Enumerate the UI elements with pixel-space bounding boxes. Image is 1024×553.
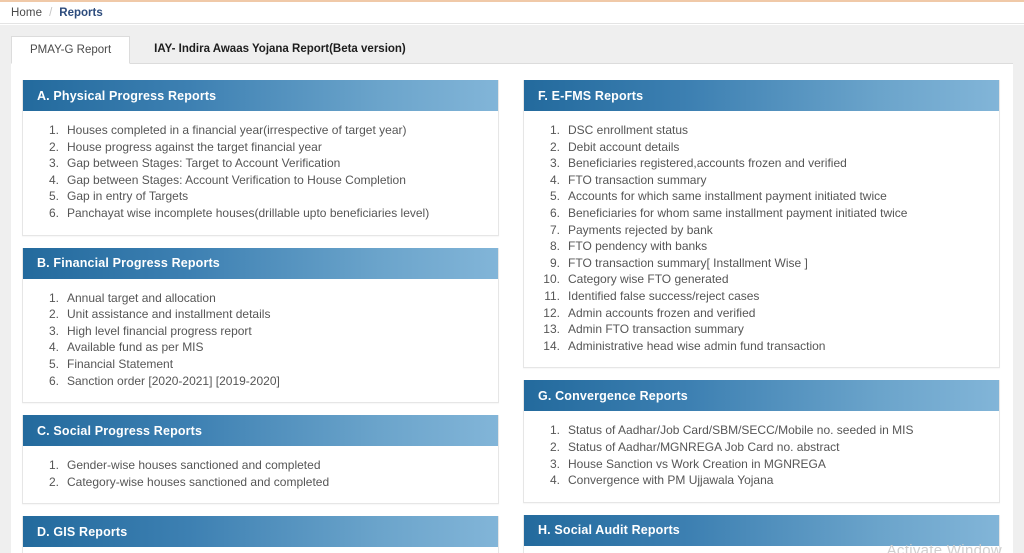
panel-social-audit-reports: H. Social Audit Reports Beneficiary deta… — [523, 514, 1000, 553]
panel-gis-reports: D. GIS Reports Scheme wise and inspectio… — [22, 516, 499, 553]
left-column: A. Physical Progress Reports Houses comp… — [22, 80, 499, 553]
panel-body: Scheme wise and inspection level wise st… — [23, 547, 498, 553]
panel-financial-progress-reports: B. Financial Progress Reports Annual tar… — [22, 247, 499, 404]
reports-content: A. Physical Progress Reports Houses comp… — [11, 64, 1013, 553]
panel-convergence-reports: G. Convergence Reports Status of Aadhar/… — [523, 380, 1000, 503]
panel-physical-progress-reports: A. Physical Progress Reports Houses comp… — [22, 80, 499, 236]
list-item[interactable]: Identified false success/reject cases — [538, 288, 985, 305]
panel-title: F. E-FMS Reports — [538, 88, 644, 103]
list-item[interactable]: Annual target and allocation — [37, 290, 484, 307]
reports-columns: A. Physical Progress Reports Houses comp… — [11, 64, 1013, 553]
list-item[interactable]: Admin FTO transaction summary — [538, 321, 985, 338]
report-list: DSC enrollment status Debit account deta… — [538, 122, 985, 354]
panel-body: Houses completed in a financial year(irr… — [23, 111, 498, 235]
panel-title: C. Social Progress Reports — [37, 423, 203, 438]
list-item[interactable]: Status of Aadhar/MGNREGA Job Card no. ab… — [538, 439, 985, 456]
list-item[interactable]: Accounts for which same installment paym… — [538, 188, 985, 205]
panel-header: C. Social Progress Reports — [23, 415, 498, 447]
panel-title: G. Convergence Reports — [538, 388, 688, 403]
list-item[interactable]: Administrative head wise admin fund tran… — [538, 338, 985, 355]
list-item[interactable]: House Sanction vs Work Creation in MGNRE… — [538, 456, 985, 473]
tab-strip: PMAY-G Report IAY- Indira Awaas Yojana R… — [11, 36, 1013, 64]
list-item[interactable]: Beneficiaries for whom same installment … — [538, 205, 985, 222]
list-item[interactable]: Convergence with PM Ujjawala Yojana — [538, 472, 985, 489]
breadcrumb-home[interactable]: Home — [11, 7, 42, 19]
tab-iay-report[interactable]: IAY- Indira Awaas Yojana Report(Beta ver… — [130, 35, 424, 63]
panel-title: D. GIS Reports — [37, 524, 128, 539]
panel-title: A. Physical Progress Reports — [37, 88, 217, 103]
list-item[interactable]: Category-wise houses sanctioned and comp… — [37, 474, 484, 491]
panel-body: Beneficiary details for verification — [524, 546, 999, 553]
list-item[interactable]: Gender-wise houses sanctioned and comple… — [37, 457, 484, 474]
page-canvas: PMAY-G Report IAY- Indira Awaas Yojana R… — [0, 25, 1024, 553]
panel-header: F. E-FMS Reports — [524, 80, 999, 111]
list-item[interactable]: Houses completed in a financial year(irr… — [37, 122, 484, 139]
report-list: Gender-wise houses sanctioned and comple… — [37, 457, 484, 490]
panel-efms-reports: F. E-FMS Reports DSC enrollment status D… — [523, 80, 1000, 369]
report-list: Annual target and allocation Unit assist… — [37, 290, 484, 390]
panel-header: A. Physical Progress Reports — [23, 80, 498, 111]
panel-header: B. Financial Progress Reports — [23, 247, 498, 279]
right-column: F. E-FMS Reports DSC enrollment status D… — [523, 80, 1000, 553]
list-item[interactable]: Payments rejected by bank — [538, 222, 985, 239]
list-item[interactable]: Debit account details — [538, 139, 985, 156]
panel-title: H. Social Audit Reports — [538, 523, 680, 538]
list-item[interactable]: Gap between Stages: Target to Account Ve… — [37, 155, 484, 172]
list-item[interactable]: FTO transaction summary — [538, 172, 985, 189]
breadcrumb-current[interactable]: Reports — [59, 7, 102, 19]
list-item[interactable]: High level financial progress report — [37, 323, 484, 340]
list-item[interactable]: Financial Statement — [37, 356, 484, 373]
panel-body: DSC enrollment status Debit account deta… — [524, 111, 999, 367]
panel-title: B. Financial Progress Reports — [37, 256, 220, 271]
list-item[interactable]: Panchayat wise incomplete houses(drillab… — [37, 205, 484, 222]
list-item[interactable]: Unit assistance and installment details — [37, 306, 484, 323]
panel-header: G. Convergence Reports — [524, 380, 999, 412]
panel-body: Annual target and allocation Unit assist… — [23, 279, 498, 403]
report-list: Houses completed in a financial year(irr… — [37, 122, 484, 222]
list-item[interactable]: Status of Aadhar/Job Card/SBM/SECC/Mobil… — [538, 422, 985, 439]
tab-pmayg-report[interactable]: PMAY-G Report — [11, 36, 131, 64]
breadcrumb-separator: / — [49, 6, 53, 19]
panel-social-progress-reports: C. Social Progress Reports Gender-wise h… — [22, 415, 499, 505]
panel-body: Status of Aadhar/Job Card/SBM/SECC/Mobil… — [524, 411, 999, 501]
list-item[interactable]: Gap in entry of Targets — [37, 188, 484, 205]
list-item[interactable]: Sanction order [2020-2021] [2019-2020] — [37, 373, 484, 390]
panel-body: Gender-wise houses sanctioned and comple… — [23, 446, 498, 503]
list-item[interactable]: Admin accounts frozen and verified — [538, 305, 985, 322]
list-item[interactable]: Beneficiaries registered,accounts frozen… — [538, 155, 985, 172]
list-item[interactable]: Available fund as per MIS — [37, 339, 484, 356]
report-list: Status of Aadhar/Job Card/SBM/SECC/Mobil… — [538, 422, 985, 488]
panel-header: H. Social Audit Reports — [524, 514, 999, 546]
list-item[interactable]: Category wise FTO generated — [538, 271, 985, 288]
list-item[interactable]: FTO pendency with banks — [538, 238, 985, 255]
list-item[interactable]: FTO transaction summary[ Installment Wis… — [538, 255, 985, 272]
breadcrumb: Home / Reports — [0, 2, 1024, 24]
list-item[interactable]: DSC enrollment status — [538, 122, 985, 139]
list-item[interactable]: House progress against the target financ… — [37, 139, 484, 156]
list-item[interactable]: Gap between Stages: Account Verification… — [37, 172, 484, 189]
panel-header: D. GIS Reports — [23, 516, 498, 548]
